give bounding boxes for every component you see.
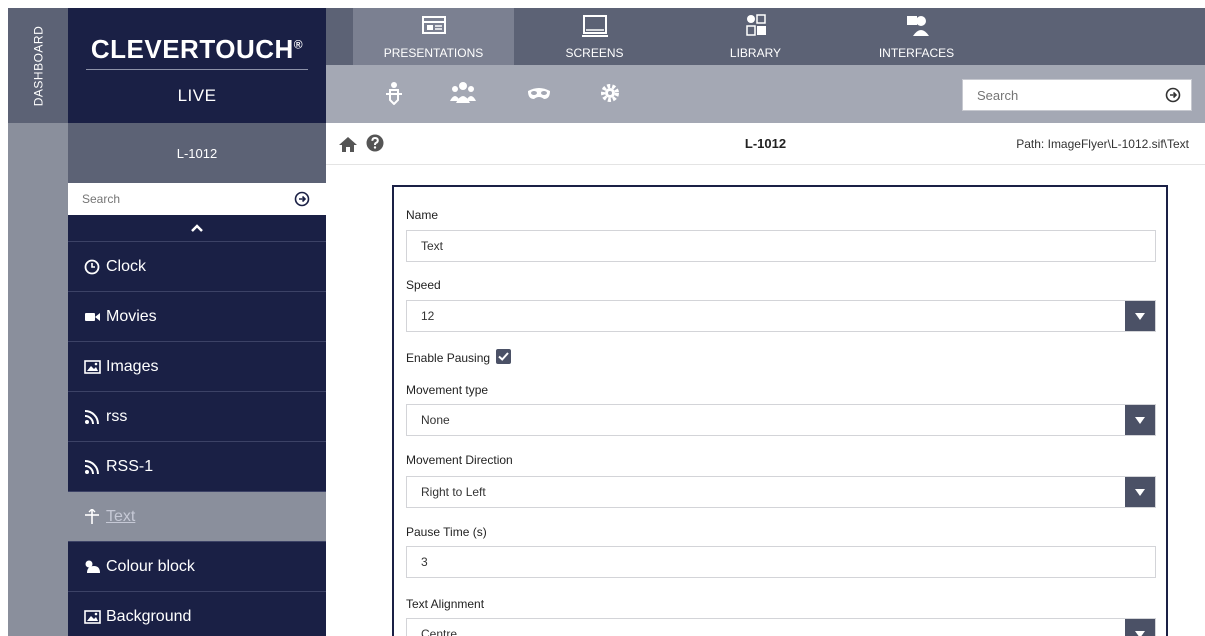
sidebar-item-label: Images bbox=[106, 357, 159, 375]
sidebar-list: Clock Movies Images rss RSS-1 Text Colou… bbox=[68, 241, 326, 636]
image-icon bbox=[84, 609, 101, 624]
rss-icon bbox=[84, 459, 99, 474]
users-icon[interactable] bbox=[450, 81, 476, 105]
brand-block: CLEVERTOUCH® LIVE bbox=[68, 8, 326, 123]
left-gutter bbox=[8, 123, 68, 636]
sidebar-item-label: RSS-1 bbox=[106, 457, 154, 475]
sidebar-item-background[interactable]: Background bbox=[68, 591, 326, 636]
chevron-up-icon bbox=[191, 224, 203, 232]
brand-divider bbox=[86, 69, 308, 70]
sidebar-item-label: Text bbox=[106, 507, 136, 525]
movement-direction-dropdown-arrow[interactable] bbox=[1125, 477, 1155, 507]
video-camera-icon bbox=[85, 312, 100, 321]
sub-toolbar bbox=[326, 65, 1205, 123]
sidebar-item-movies[interactable]: Movies bbox=[68, 291, 326, 341]
brand-logo: CLEVERTOUCH® bbox=[68, 34, 326, 65]
movement-type-select[interactable]: None bbox=[406, 404, 1156, 436]
sidebar-item-label: Colour block bbox=[106, 557, 195, 575]
brand-subtitle: LIVE bbox=[177, 86, 217, 105]
presentation-icon bbox=[421, 16, 446, 34]
dashboard-label-wrap[interactable]: DASHBOARD bbox=[8, 8, 68, 123]
name-field-value: Text bbox=[421, 239, 444, 253]
tab-screens[interactable]: SCREENS bbox=[514, 8, 675, 65]
sidebar-item-label: rss bbox=[106, 407, 128, 425]
movement-direction-label: Movement Direction bbox=[406, 453, 513, 467]
content-header: L-1012 Path: ImageFlyer\L-1012.sif\Text bbox=[326, 123, 1205, 165]
sidebar-item-text[interactable]: Text bbox=[68, 491, 326, 541]
sidebar: L-1012 Clock Movies bbox=[68, 123, 326, 636]
rss-icon bbox=[84, 409, 99, 424]
sidebar-item-rss-1[interactable]: RSS-1 bbox=[68, 441, 326, 491]
name-label: Name bbox=[406, 208, 439, 222]
caret-down-icon bbox=[1135, 416, 1145, 424]
sidebar-scroll-up[interactable] bbox=[68, 215, 326, 241]
sidebar-search-go-icon[interactable] bbox=[294, 191, 310, 207]
dashboard-label[interactable]: DASHBOARD bbox=[31, 25, 45, 106]
speed-select[interactable]: 12 bbox=[406, 300, 1156, 332]
sidebar-title: L-1012 bbox=[68, 123, 326, 183]
pause-time-field[interactable]: 3 bbox=[406, 546, 1156, 578]
drag-move-icon[interactable] bbox=[381, 81, 407, 105]
movement-type-label: Movement type bbox=[406, 383, 489, 397]
caret-down-icon bbox=[1135, 488, 1145, 496]
tab-presentations-label: PRESENTATIONS bbox=[383, 46, 484, 60]
sidebar-item-label: Movies bbox=[106, 307, 157, 325]
tab-library[interactable]: LIBRARY bbox=[675, 8, 836, 65]
gear-icon[interactable] bbox=[597, 81, 623, 105]
pause-time-label: Pause Time (s) bbox=[406, 525, 487, 539]
sidebar-search-box bbox=[68, 183, 326, 215]
interface-icon bbox=[906, 16, 929, 36]
monitor-icon bbox=[581, 15, 608, 37]
sidebar-item-colour-block[interactable]: Colour block bbox=[68, 541, 326, 591]
text-alignment-label: Text Alignment bbox=[406, 597, 485, 611]
tab-library-label: LIBRARY bbox=[729, 46, 782, 60]
sidebar-item-images[interactable]: Images bbox=[68, 341, 326, 391]
properties-form: Name Text Speed 12 Enable Pausing Moveme… bbox=[392, 185, 1168, 636]
movement-direction-value: Right to Left bbox=[421, 485, 486, 499]
checkmark-icon bbox=[498, 352, 509, 361]
enable-pausing-label: Enable Pausing bbox=[406, 351, 491, 365]
enable-pausing-checkbox[interactable] bbox=[496, 349, 511, 364]
sidebar-item-clock[interactable]: Clock bbox=[68, 241, 326, 291]
name-field[interactable]: Text bbox=[406, 230, 1156, 262]
brand-name: CLEVERTOUCH bbox=[90, 34, 294, 64]
movement-type-value: None bbox=[421, 413, 450, 427]
text-alignment-select[interactable]: Centre bbox=[406, 618, 1156, 636]
pause-time-value: 3 bbox=[421, 555, 428, 569]
move-cursor-icon bbox=[85, 508, 99, 524]
sidebar-item-label: Background bbox=[106, 607, 192, 625]
colour-block-icon bbox=[85, 560, 100, 573]
path-breadcrumb: Path: ImageFlyer\L-1012.sif\Text bbox=[1016, 137, 1189, 151]
speed-dropdown-arrow[interactable] bbox=[1125, 301, 1155, 331]
top-search-box bbox=[962, 79, 1192, 111]
library-icon bbox=[745, 14, 766, 36]
movement-type-dropdown-arrow[interactable] bbox=[1125, 405, 1155, 435]
sidebar-search-input[interactable] bbox=[68, 183, 278, 215]
tab-screens-label: SCREENS bbox=[565, 46, 624, 60]
caret-down-icon bbox=[1135, 630, 1145, 636]
tab-interfaces-label: INTERFACES bbox=[878, 46, 955, 60]
top-nav: PRESENTATIONS SCREENS LIBRARY INTERFACES bbox=[326, 8, 1205, 65]
text-alignment-dropdown-arrow[interactable] bbox=[1125, 619, 1155, 636]
tab-presentations[interactable]: PRESENTATIONS bbox=[353, 8, 514, 65]
text-alignment-value: Centre bbox=[421, 627, 458, 636]
sidebar-item-rss[interactable]: rss bbox=[68, 391, 326, 441]
speed-select-value: 12 bbox=[421, 309, 435, 323]
movement-direction-select[interactable]: Right to Left bbox=[406, 476, 1156, 508]
speed-label: Speed bbox=[406, 278, 441, 292]
top-search-input[interactable] bbox=[963, 80, 1153, 110]
tab-interfaces[interactable]: INTERFACES bbox=[836, 8, 997, 65]
caret-down-icon bbox=[1135, 312, 1145, 320]
mask-icon[interactable] bbox=[526, 81, 552, 105]
search-go-icon[interactable] bbox=[1165, 87, 1181, 103]
brand-registered-mark: ® bbox=[293, 37, 304, 52]
sidebar-item-label: Clock bbox=[106, 257, 147, 275]
clock-icon bbox=[84, 259, 100, 274]
image-icon bbox=[84, 359, 101, 374]
